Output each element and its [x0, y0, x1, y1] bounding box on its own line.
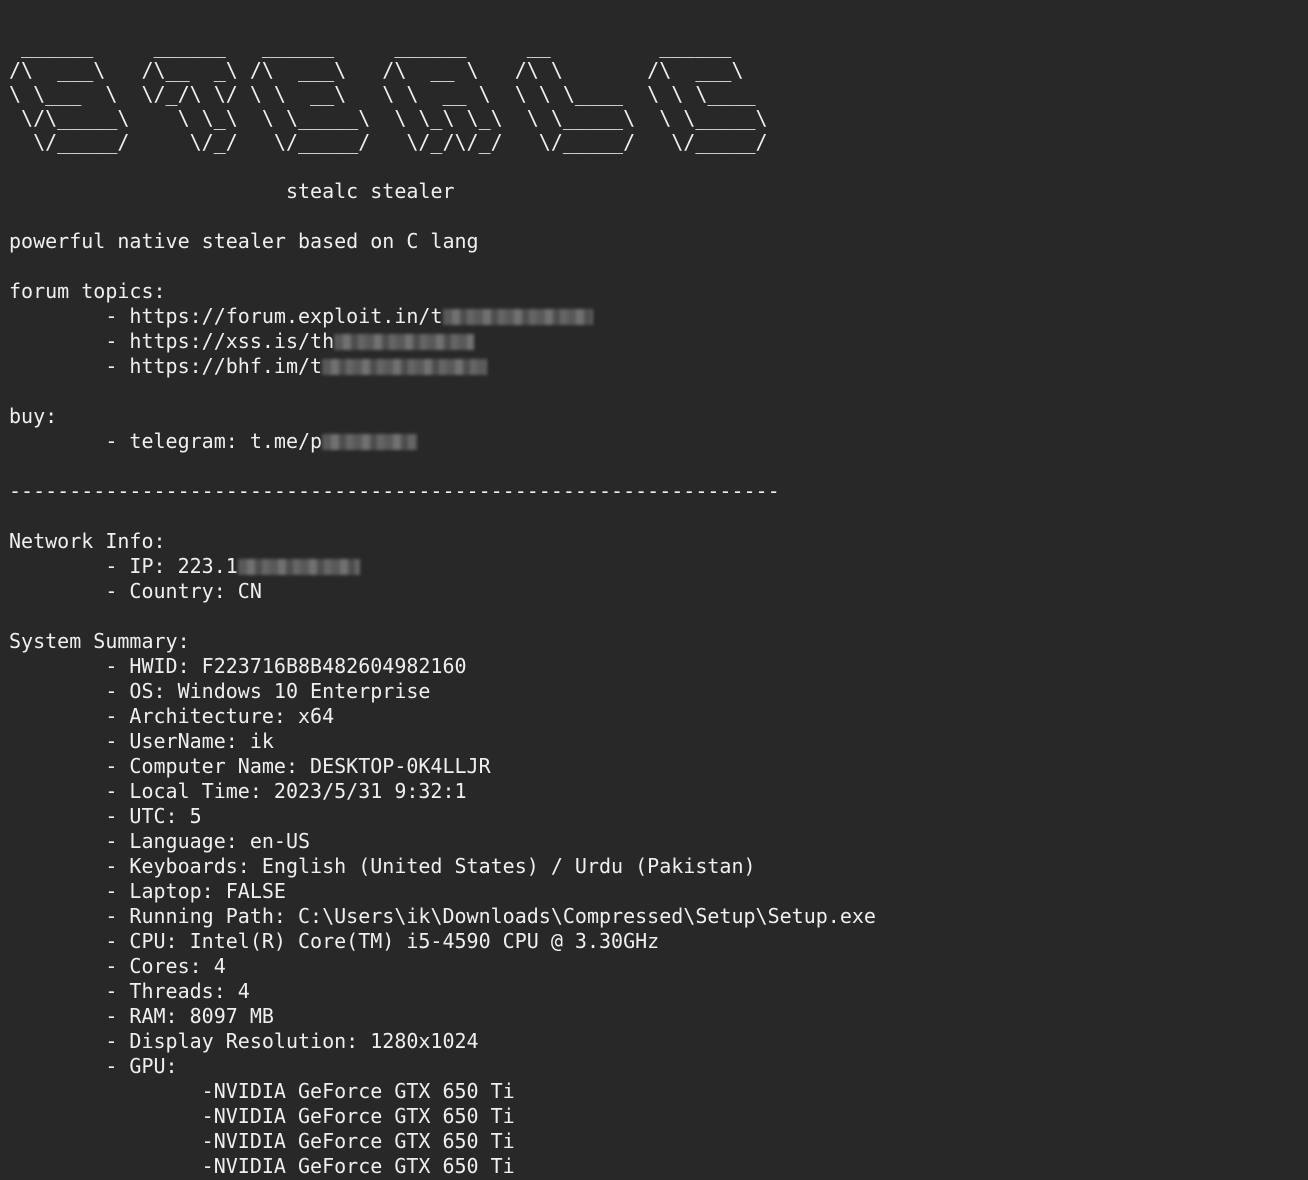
system-item: - Architecture: x64: [105, 704, 335, 728]
buy-item: - telegram: t.me/p: [9, 429, 1299, 454]
redacted-blur: [442, 309, 593, 325]
system-item: - Threads: 4: [105, 979, 250, 1003]
system-item: - Local Time: 2023/5/31 9:32:1: [105, 779, 467, 803]
tagline: powerful native stealer based on C lang: [9, 229, 479, 253]
system-item: - GPU:: [105, 1054, 178, 1078]
tool-name: stealc stealer: [285, 179, 455, 203]
redacted-blur: [322, 434, 418, 450]
ip-address: IP: 223.1: [129, 554, 238, 578]
buy-heading: buy:: [9, 404, 58, 428]
system-item: - UserName: ik: [105, 729, 274, 753]
system-item: - CPU: Intel(R) Core(TM) i5-4590 CPU @ 3…: [105, 929, 660, 953]
system-item: - Laptop: FALSE: [105, 879, 286, 903]
banner-line: ______ ______ ______ ______ __ ______: [9, 34, 780, 58]
redacted-blur: [334, 334, 475, 350]
system-item: - RAM: 8097 MB: [105, 1004, 274, 1028]
network-item: - IP: 223.1: [9, 554, 1299, 579]
system-item: - Display Resolution: 1280x1024: [105, 1029, 479, 1053]
banner-line: /\ ___\ /\__ _\ /\ ___\ /\ __ \ /\ \ /\ …: [9, 58, 780, 82]
banner-line: \/\_____\ \ \_\ \ \_____\ \ \_\ \_\ \ \_…: [9, 106, 780, 130]
gpu-item: -NVIDIA GeForce GTX 650 Ti: [201, 1154, 515, 1178]
system-heading: System Summary:: [9, 629, 190, 653]
network-heading: Network Info:: [9, 529, 166, 553]
ascii-banner: ______ ______ ______ ______ __ ______ /\…: [9, 34, 1299, 154]
gpu-item: -NVIDIA GeForce GTX 650 Ti: [201, 1104, 515, 1128]
system-item: - OS: Windows 10 Enterprise: [105, 679, 431, 703]
network-item: - Country: CN: [105, 579, 262, 603]
system-item: - Running Path: C:\Users\ik\Downloads\Co…: [105, 904, 876, 928]
gpu-item: -NVIDIA GeForce GTX 650 Ti: [201, 1079, 515, 1103]
console-output: ______ ______ ______ ______ __ ______ /\…: [9, 0, 1299, 1180]
telegram-contact: telegram: t.me/p: [129, 429, 323, 453]
forum-link-url: https://bhf.im/t: [129, 354, 323, 378]
forum-link-url: https://xss.is/th: [129, 329, 335, 353]
separator: ----------------------------------------…: [9, 479, 780, 503]
banner-line: \/_____/ \/_/ \/_____/ \/_/\/_/ \/_____/…: [9, 130, 780, 154]
redacted-blur: [322, 359, 488, 375]
system-item: - Keyboards: English (United States) / U…: [105, 854, 756, 878]
system-item: - Computer Name: DESKTOP-0K4LLJR: [105, 754, 491, 778]
system-item: - HWID: F223716B8B482604982160: [105, 654, 467, 678]
system-item: - UTC: 5: [105, 804, 202, 828]
gpu-item: -NVIDIA GeForce GTX 650 Ti: [201, 1129, 515, 1153]
country: Country: CN: [129, 579, 262, 603]
forum-heading: forum topics:: [9, 279, 166, 303]
forum-link: - https://xss.is/th: [9, 329, 1299, 354]
forum-link: - https://bhf.im/t: [9, 354, 1299, 379]
forum-link: - https://forum.exploit.in/t: [9, 304, 1299, 329]
forum-link-url: https://forum.exploit.in/t: [129, 304, 443, 328]
banner-line: \ \___ \ \/_/\ \/ \ \ __\ \ \ __ \ \ \ \…: [9, 82, 780, 106]
system-item: - Cores: 4: [105, 954, 226, 978]
redacted-blur: [237, 559, 360, 575]
system-item: - Language: en-US: [105, 829, 311, 853]
